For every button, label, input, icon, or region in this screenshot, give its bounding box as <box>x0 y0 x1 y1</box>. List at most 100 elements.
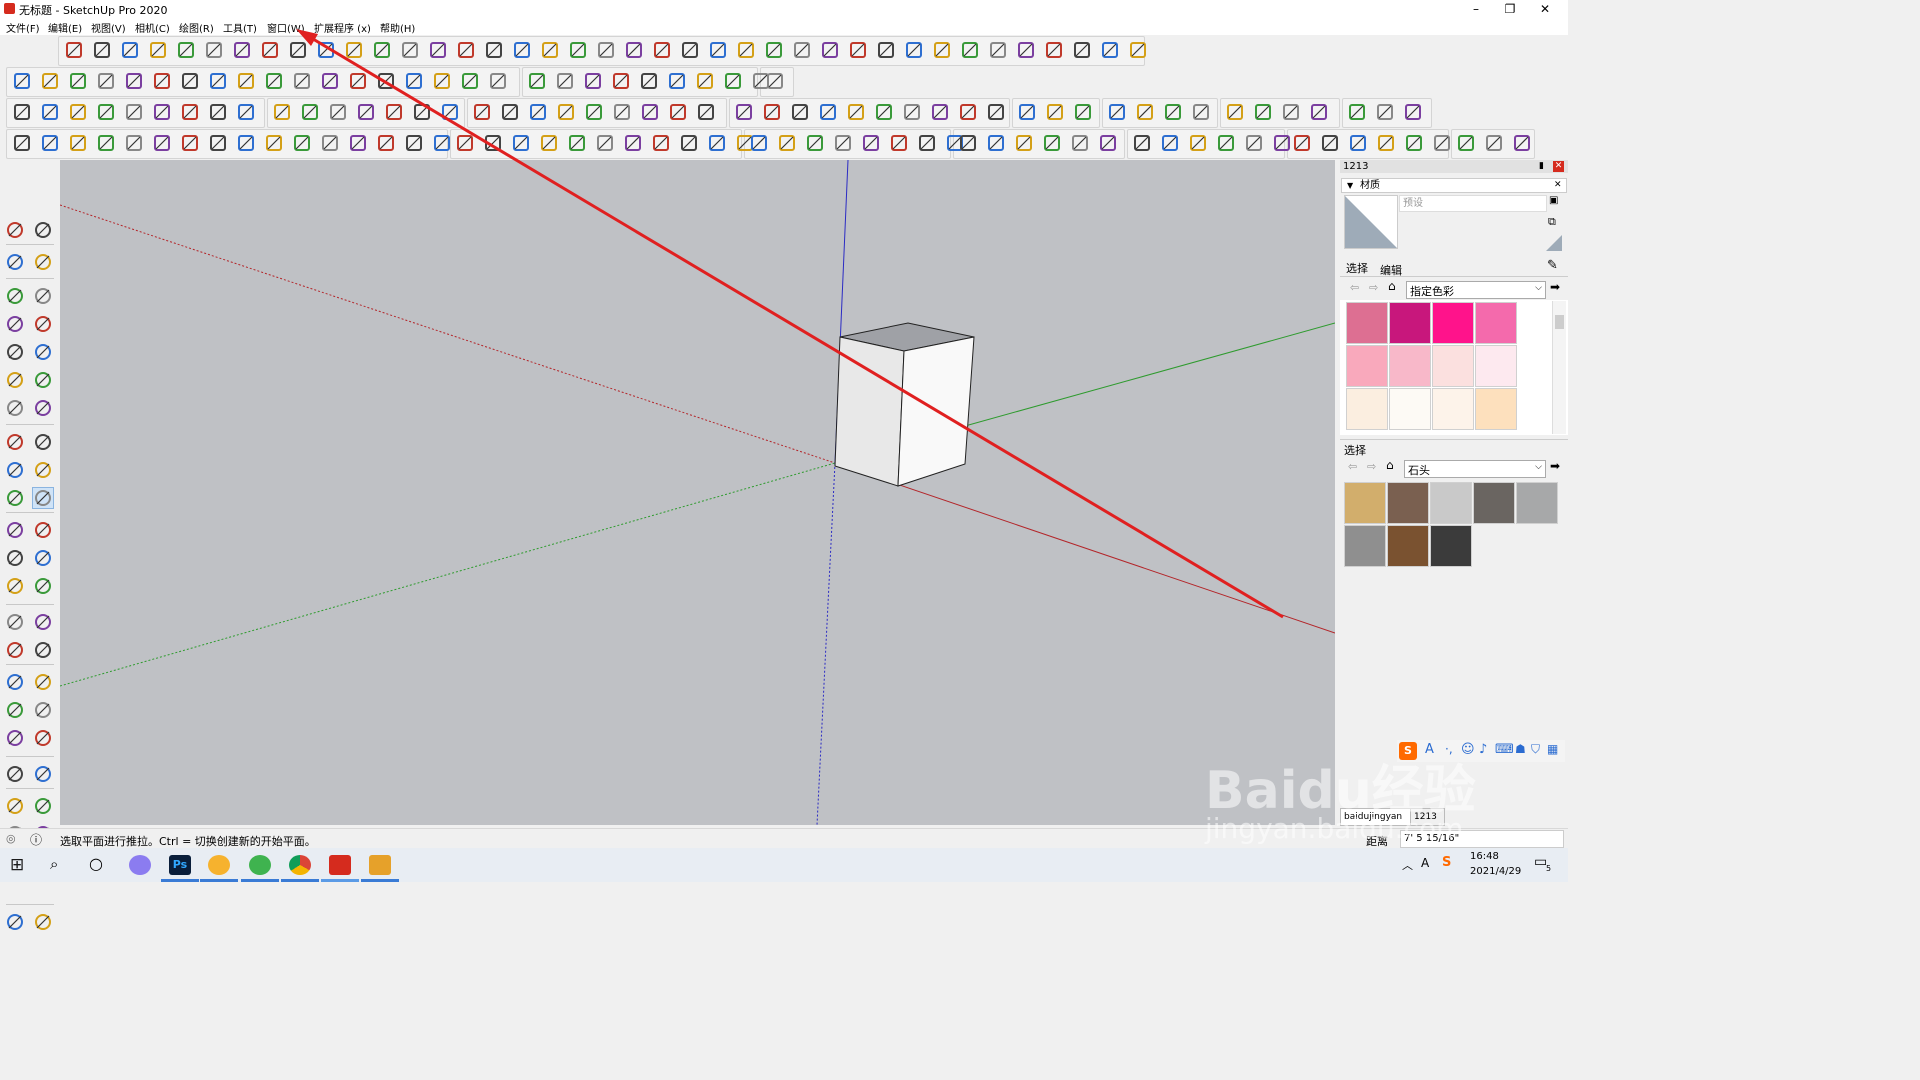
toolbar-tool-icon[interactable] <box>152 71 172 91</box>
toolbar-tool-icon[interactable] <box>765 71 785 91</box>
color-swatch[interactable] <box>1475 345 1517 387</box>
palette-tool-icon[interactable] <box>33 640 53 660</box>
toolbar-tool-icon[interactable] <box>483 133 503 153</box>
toolbar-tool-icon[interactable] <box>1253 102 1273 122</box>
toolbar-tool-icon[interactable] <box>472 102 492 122</box>
scene-canvas[interactable] <box>60 160 1335 825</box>
toolbar-tool-icon[interactable] <box>1188 133 1208 153</box>
menu-file[interactable]: 文件(F) <box>6 20 40 35</box>
toolbar-tool-icon[interactable] <box>456 40 476 60</box>
toolbar-tool-icon[interactable] <box>1014 133 1034 153</box>
toolbar-tool-icon[interactable] <box>874 102 894 122</box>
toolbar-tool-icon[interactable] <box>404 133 424 153</box>
toolbar-tool-icon[interactable] <box>1309 102 1329 122</box>
palette-tool-icon[interactable] <box>5 728 25 748</box>
toolbar-tool-icon[interactable] <box>1348 133 1368 153</box>
toolbar-tool-icon[interactable] <box>208 133 228 153</box>
palette-tool-icon[interactable] <box>33 576 53 596</box>
toolbar-tool-icon[interactable] <box>723 71 743 91</box>
palette-tool-icon[interactable] <box>5 220 25 240</box>
toolbar-tool-icon[interactable] <box>92 40 112 60</box>
toolbar-tool-icon[interactable] <box>1070 133 1090 153</box>
toolbar-tool-icon[interactable] <box>846 102 866 122</box>
eyedropper-icon[interactable]: ✎ <box>1547 258 1558 273</box>
palette-tool-icon[interactable] <box>33 460 53 480</box>
palette-tool-icon[interactable] <box>5 576 25 596</box>
photoshop-icon[interactable]: Ps <box>169 855 191 875</box>
color-swatch[interactable] <box>1346 345 1388 387</box>
toolbar-tool-icon[interactable] <box>180 133 200 153</box>
palette-tool-icon[interactable] <box>5 700 25 720</box>
back-arrow-icon[interactable]: ⇦ <box>1350 281 1359 294</box>
palette-tool-icon[interactable] <box>5 460 25 480</box>
tray-chevron-up-icon[interactable]: ︿ <box>1402 857 1413 873</box>
materials-header[interactable]: ▼ 材质 ✕ <box>1341 178 1567 193</box>
ie-browser-icon[interactable] <box>249 855 271 875</box>
toolbar-tool-icon[interactable] <box>680 40 700 60</box>
info-icon[interactable]: ⓘ <box>30 831 42 848</box>
toolbar-tool-icon[interactable] <box>805 133 825 153</box>
color-swatch[interactable] <box>1346 302 1388 344</box>
color-swatch[interactable] <box>1475 388 1517 430</box>
toolbar-tool-icon[interactable] <box>1512 133 1532 153</box>
toolbar-tool-icon[interactable] <box>64 40 84 60</box>
palette-tool-icon[interactable] <box>5 286 25 306</box>
skin-icon[interactable]: ⛉ <box>1531 742 1540 757</box>
toolbar-tool-icon[interactable] <box>344 40 364 60</box>
stone-material-swatch[interactable] <box>1344 482 1386 524</box>
toolbar-tool-icon[interactable] <box>1107 102 1127 122</box>
toolbar-tool-icon[interactable] <box>12 71 32 91</box>
color-swatch[interactable] <box>1346 388 1388 430</box>
menu-help[interactable]: 帮助(H) <box>380 20 415 35</box>
home-icon[interactable]: ⌂ <box>1388 279 1396 293</box>
scrollbar-thumb[interactable] <box>1555 315 1564 329</box>
toolbar-tool-icon[interactable] <box>511 133 531 153</box>
toolbar-tool-icon[interactable] <box>1128 40 1148 60</box>
toolbar-tool-icon[interactable] <box>1135 102 1155 122</box>
toolbar-tool-icon[interactable] <box>328 102 348 122</box>
menu-tools[interactable]: 工具(T) <box>223 20 257 35</box>
stone-material-swatch[interactable] <box>1430 482 1472 524</box>
palette-tool-icon[interactable] <box>5 342 25 362</box>
toolbar-tool-icon[interactable] <box>527 71 547 91</box>
toolbar-tool-icon[interactable] <box>1403 102 1423 122</box>
toolbar-tool-icon[interactable] <box>556 102 576 122</box>
toolbar-tool-icon[interactable] <box>1216 133 1236 153</box>
toolbar-tool-icon[interactable] <box>176 40 196 60</box>
toolbar-tool-icon[interactable] <box>583 71 603 91</box>
palette-tool-icon[interactable] <box>5 252 25 272</box>
menu-window[interactable]: 窗口(W) <box>267 20 305 35</box>
toolbar-tool-icon[interactable] <box>1163 102 1183 122</box>
model-viewport[interactable] <box>60 160 1335 825</box>
secondary-back-arrow-icon[interactable]: ⇦ <box>1348 460 1357 473</box>
toolbar-tool-icon[interactable] <box>1072 40 1092 60</box>
toolbar-tool-icon[interactable] <box>1044 40 1064 60</box>
toolbar-tool-icon[interactable] <box>288 40 308 60</box>
toolbar-tool-icon[interactable] <box>623 133 643 153</box>
windows-start-icon[interactable]: ⊞ <box>10 855 24 875</box>
toolbar-tool-icon[interactable] <box>208 71 228 91</box>
toolbar-tool-icon[interactable] <box>404 71 424 91</box>
toolbar-tool-icon[interactable] <box>1272 133 1292 153</box>
create-material-icon[interactable]: ⧉ <box>1548 215 1562 229</box>
secondary-library-dropdown[interactable]: 石头 ⌵ <box>1404 460 1546 478</box>
toolbar-tool-icon[interactable] <box>667 71 687 91</box>
color-swatch[interactable] <box>1389 388 1431 430</box>
toolbar-tool-icon[interactable] <box>440 102 460 122</box>
secondary-home-icon[interactable]: ⌂ <box>1386 458 1394 472</box>
toolbar-tool-icon[interactable] <box>40 133 60 153</box>
palette-tool-icon[interactable] <box>33 432 53 452</box>
palette-tool-icon[interactable] <box>5 640 25 660</box>
toolbar-tool-icon[interactable] <box>917 133 937 153</box>
palette-tool-icon[interactable] <box>33 728 53 748</box>
box-left-face[interactable] <box>834 336 905 487</box>
palette-tool-icon[interactable] <box>5 398 25 418</box>
secondary-details-arrow-icon[interactable]: ➡ <box>1550 459 1560 473</box>
palette-tool-icon[interactable] <box>33 548 53 568</box>
details-arrow-icon[interactable]: ➡ <box>1550 280 1560 294</box>
toolbar-tool-icon[interactable] <box>1432 133 1452 153</box>
toolbar-tool-icon[interactable] <box>236 71 256 91</box>
toolbar-tool-icon[interactable] <box>348 133 368 153</box>
toolbar-tool-icon[interactable] <box>1098 133 1118 153</box>
minimize-button[interactable]: – <box>1459 1 1493 17</box>
